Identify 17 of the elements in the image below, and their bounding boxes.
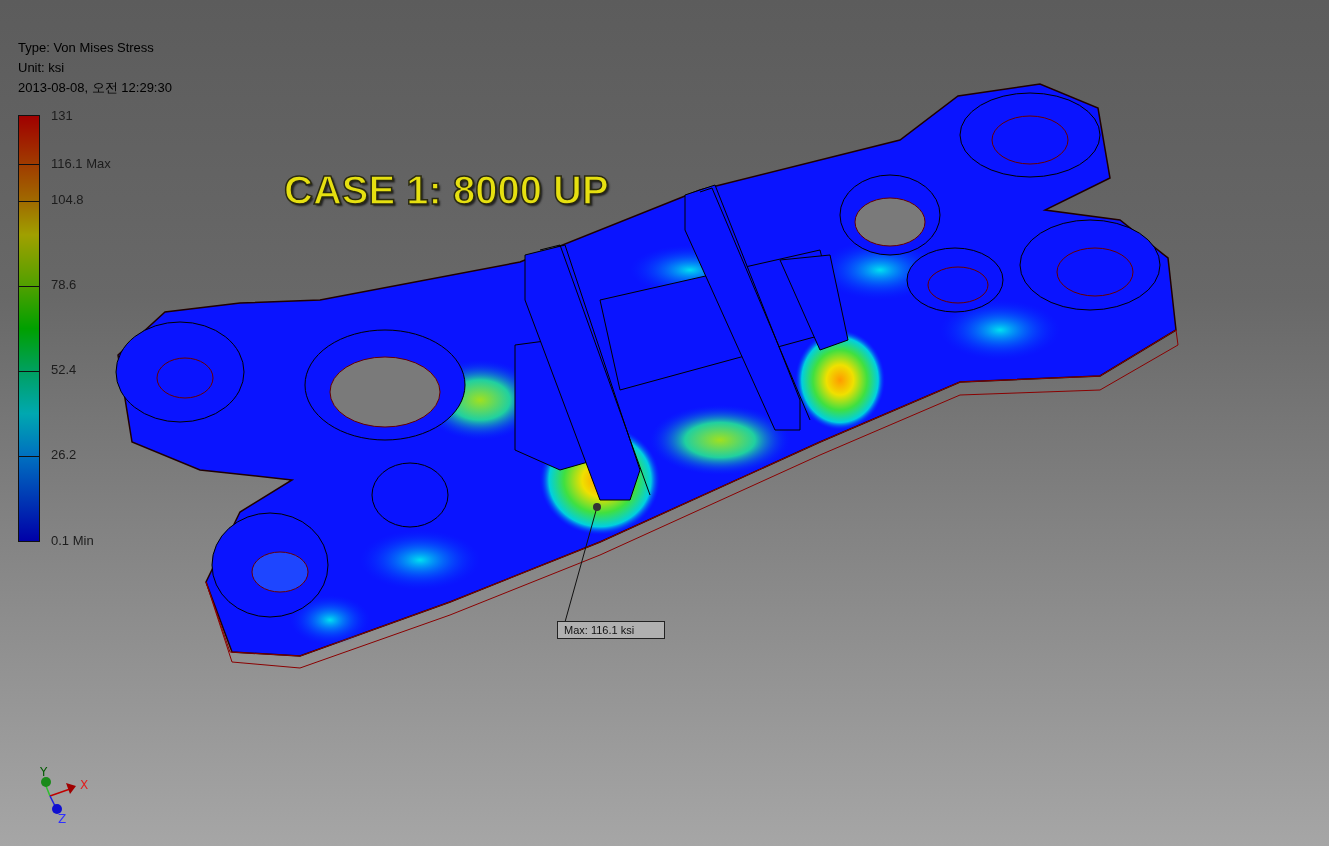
z-axis-label: Z <box>58 812 67 826</box>
timestamp-label: 2013-08-08, 오전 12:29:30 <box>18 79 172 97</box>
scale-tick-label: 104.8 <box>51 191 84 207</box>
max-value-callout: Max: 116.1 ksi <box>557 621 665 639</box>
unit-label: Unit: ksi <box>18 59 66 77</box>
case-title: CASE 1: 8000 UP <box>284 168 609 213</box>
scale-tick-label: 26.2 <box>51 446 77 462</box>
x-axis-label: X <box>80 778 89 792</box>
y-axis-label: Y <box>40 765 48 779</box>
result-type-label: Type: Von Mises Stress <box>18 39 155 57</box>
max-point-marker <box>593 503 601 511</box>
scale-tick-label: 131 <box>51 107 73 123</box>
scale-tick-label: 0.1 Min <box>51 532 94 548</box>
axis-triad-icon <box>41 777 76 814</box>
scale-tick-label: 52.4 <box>51 361 77 377</box>
scale-tick-label: 116.1 Max <box>51 155 111 171</box>
scale-tick-label: 78.6 <box>51 276 77 292</box>
